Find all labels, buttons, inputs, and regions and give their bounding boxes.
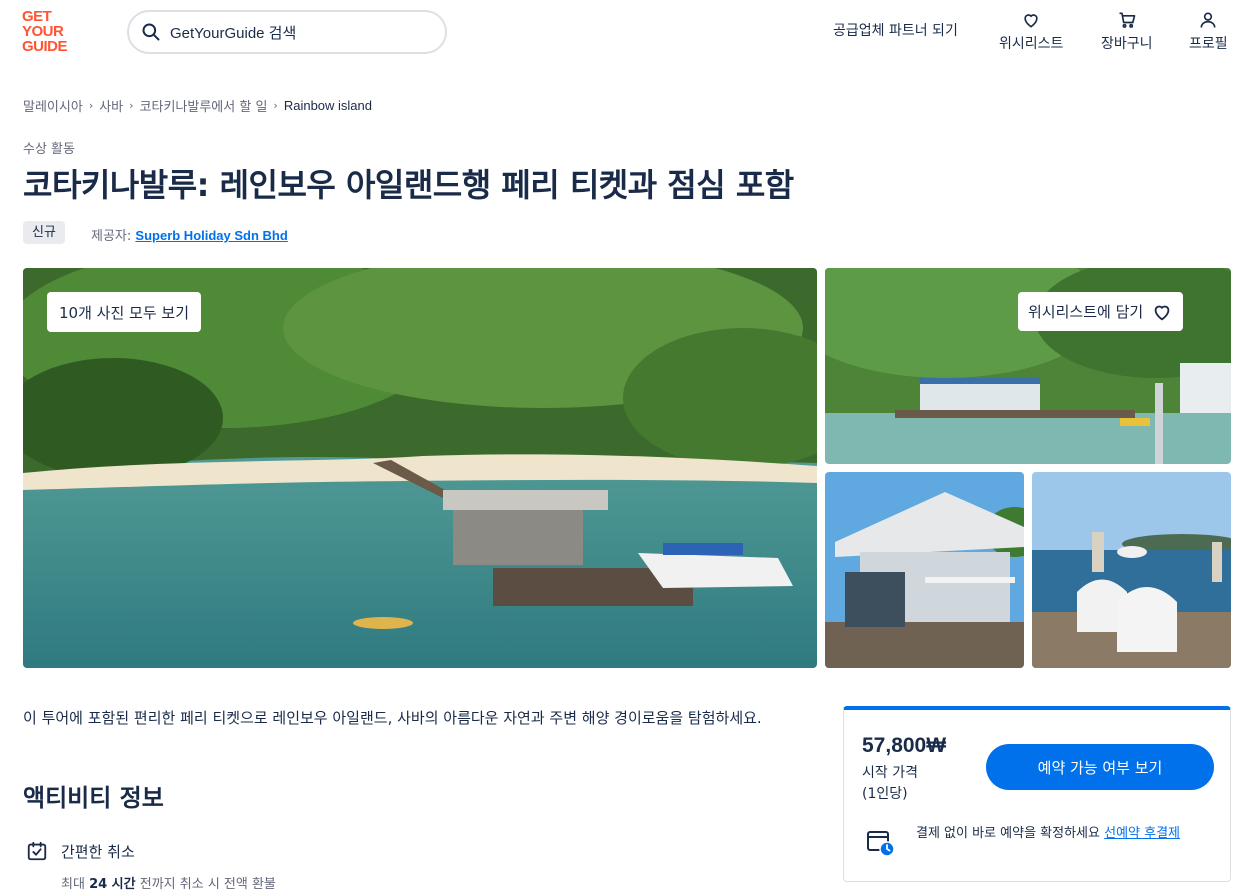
sea-scooters-image	[1032, 472, 1231, 668]
cart-label: 장바구니	[1101, 36, 1153, 52]
activity-description: 이 투어에 포함된 편리한 페리 티켓으로 레인보우 아일랜드, 사바의 아름다…	[23, 709, 762, 727]
note-text: 결제 없이 바로 예약을 확정하세요	[916, 826, 1100, 841]
free-cancellation-feature: 간편한 취소	[26, 840, 135, 862]
profile-label: 프로필	[1189, 36, 1228, 52]
search-icon	[142, 23, 160, 41]
page-title: 코타키나발루: 레인보우 아일랜드행 페리 티켓과 점심 포함	[23, 166, 794, 204]
see-all-photos-button[interactable]: 10개 사진 모두 보기	[47, 292, 201, 332]
booking-card: 57,800₩ 시작 가격 (1인당) 예약 가능 여부 보기 결제 없이 바로…	[843, 706, 1231, 882]
provider-info: 제공자: Superb Holiday Sdn Bhd	[91, 225, 288, 244]
feature-title: 간편한 취소	[61, 842, 135, 861]
note-text-container: 결제 없이 바로 예약을 확정하세요 선예약 후결제	[916, 824, 1212, 844]
reserve-now-pay-later-note: 결제 없이 바로 예약을 확정하세요 선예약 후결제	[866, 824, 1212, 858]
profile-icon	[1200, 12, 1216, 28]
getyourguide-logo[interactable]: GET YOUR GUIDE	[22, 9, 82, 57]
feature-subtitle: 최대 24 시간 전까지 취소 시 전액 환불	[61, 873, 276, 892]
breadcrumb-current: Rainbow island	[283, 98, 372, 113]
feature-subtitle-prefix: 최대	[61, 877, 85, 892]
breadcrumb-item[interactable]: 사바	[99, 96, 123, 115]
add-to-wishlist-button[interactable]: 위시리스트에 담기	[1018, 292, 1184, 331]
cart-icon	[1119, 12, 1136, 28]
profile-nav-button[interactable]: 프로필	[1189, 10, 1228, 53]
wishlist-label: 위시리스트	[999, 36, 1064, 52]
chevron-right-icon: ›	[273, 99, 278, 112]
wishlist-nav-button[interactable]: 위시리스트	[999, 10, 1063, 53]
logo-line-3: GUIDE	[22, 38, 68, 55]
site-header: GET YOUR GUIDE GetYourGuide 검색 공급업체 파트너 …	[0, 0, 1246, 66]
new-badge: 신규	[23, 221, 65, 244]
breadcrumb: 말레이시아 › 사바 › 코타키나발루에서 할 일 › Rainbow isla…	[23, 96, 372, 115]
breadcrumb-item[interactable]: 말레이시아	[23, 96, 83, 115]
heart-icon	[1024, 14, 1038, 28]
feature-subtitle-suffix: 전까지 취소 시 전액 환불	[139, 877, 276, 892]
chevron-right-icon: ›	[129, 99, 134, 112]
chevron-right-icon: ›	[88, 99, 94, 112]
search-placeholder: GetYourGuide 검색	[170, 24, 297, 42]
breadcrumb-item[interactable]: 코타키나발루에서 할 일	[140, 96, 268, 115]
price: 57,800₩	[862, 734, 947, 757]
calendar-check-icon	[27, 841, 47, 861]
cart-nav-button[interactable]: 장바구니	[1101, 10, 1153, 53]
price-label: 시작 가격	[862, 765, 918, 781]
supplier-partner-link[interactable]: 공급업체 파트너 되기	[833, 20, 958, 40]
provider-label: 제공자:	[91, 229, 132, 244]
check-availability-button[interactable]: 예약 가능 여부 보기	[986, 744, 1214, 790]
gallery-photo-3[interactable]	[1032, 472, 1231, 668]
add-to-wishlist-label: 위시리스트에 담기	[1028, 303, 1144, 321]
search-input[interactable]: GetYourGuide 검색	[127, 10, 447, 54]
logo-line-1: GET	[22, 8, 52, 25]
logo-line-2: YOUR	[22, 23, 64, 40]
pier-house-image	[825, 472, 1024, 668]
activity-info-title: 액티비티 정보	[23, 784, 164, 812]
heart-icon	[1154, 305, 1170, 320]
gallery-photo-2[interactable]	[825, 472, 1024, 668]
activity-category[interactable]: 수상 활동	[23, 138, 75, 157]
feature-subtitle-hours: 24 시간	[89, 877, 136, 892]
reserve-now-pay-later-link[interactable]: 선예약 후결제	[1104, 826, 1180, 841]
calendar-clock-icon	[867, 831, 895, 857]
provider-link[interactable]: Superb Holiday Sdn Bhd	[135, 228, 287, 243]
per-person-label: (1인당)	[862, 786, 908, 802]
